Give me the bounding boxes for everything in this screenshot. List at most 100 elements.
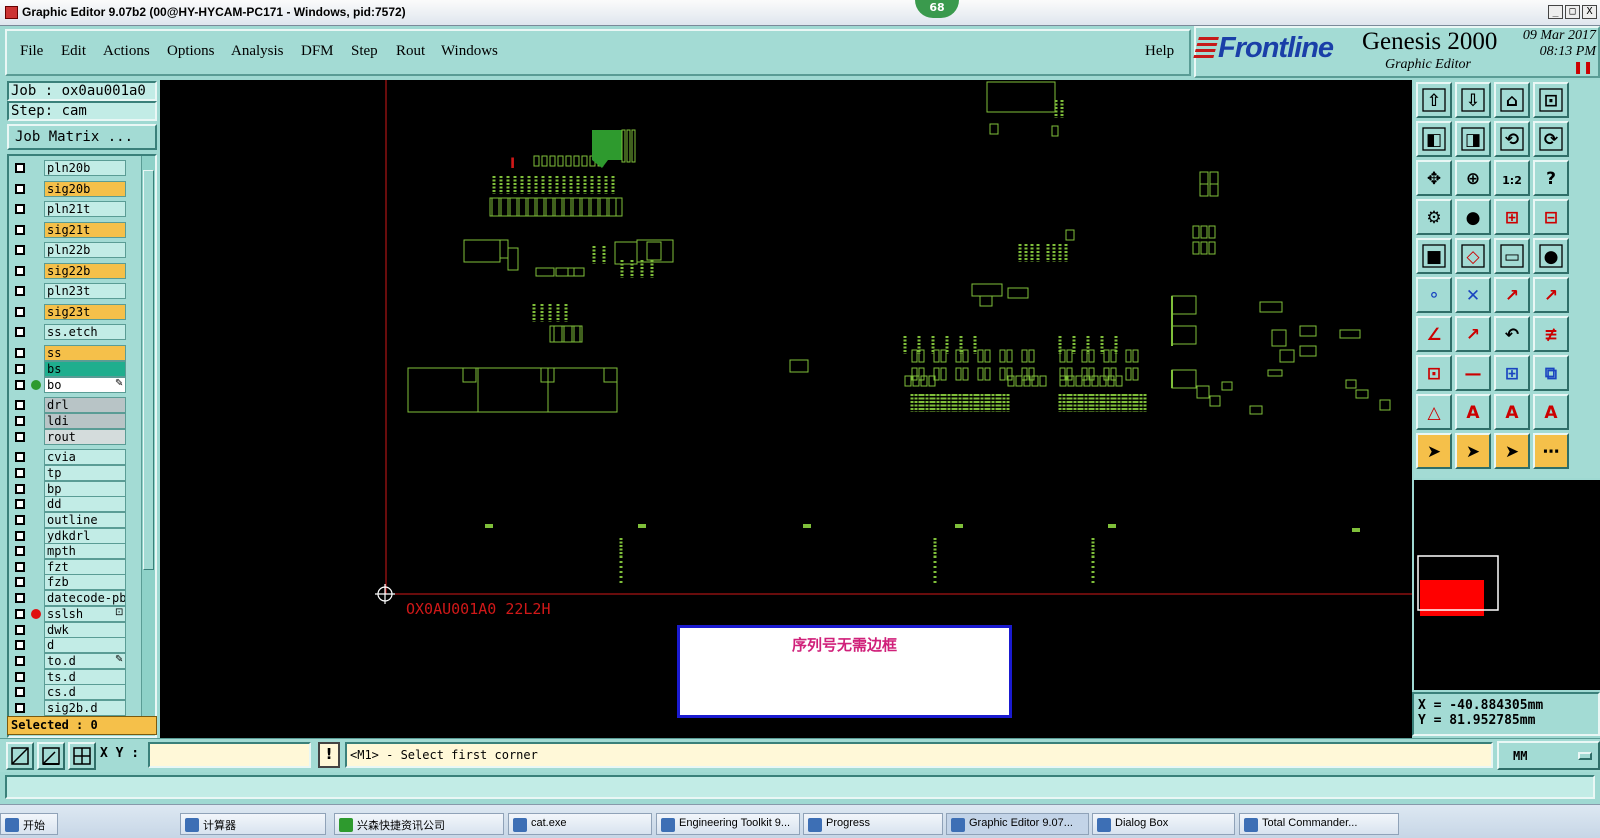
task-cat[interactable]: cat.exe: [508, 813, 652, 835]
minimize-button[interactable]: _: [1548, 5, 1563, 19]
menu-actions[interactable]: Actions: [103, 43, 150, 60]
layer-row-pln23t[interactable]: pln23t: [11, 283, 139, 299]
layer-name[interactable]: pln22b: [44, 242, 126, 258]
layer-row-ss[interactable]: ss: [11, 345, 139, 361]
layer-name[interactable]: ldi: [44, 413, 126, 429]
snap-settings-button[interactable]: ⚙: [1416, 199, 1452, 235]
layer-name[interactable]: sslsh: [44, 606, 126, 622]
zoom-fit-button[interactable]: ✥: [1416, 160, 1452, 196]
layer-row-ydkdrl[interactable]: ydkdrl: [11, 528, 139, 544]
overview-map[interactable]: [1414, 480, 1600, 690]
layer-row-fzt[interactable]: fzt: [11, 559, 139, 575]
layer-name[interactable]: sig2b.d: [44, 700, 126, 716]
layer-row-dd[interactable]: dd: [11, 496, 139, 512]
layer-name[interactable]: cs.d: [44, 684, 126, 700]
job-matrix-button[interactable]: Job Matrix ...: [7, 124, 157, 150]
line-angle-button[interactable]: ∠: [1416, 316, 1452, 352]
menu-windows[interactable]: Windows: [441, 43, 498, 60]
menu-file[interactable]: File: [20, 43, 43, 60]
layer-row-bs[interactable]: bs: [11, 361, 139, 377]
line-arrow-button[interactable]: ↗: [1455, 316, 1491, 352]
layer-row-fzb[interactable]: fzb: [11, 574, 139, 590]
pan-down-button[interactable]: ⇩: [1455, 82, 1491, 118]
layer-row-to-d[interactable]: to.d ✎: [11, 653, 139, 669]
layer-row-mpth[interactable]: mpth: [11, 543, 139, 559]
task-calculator[interactable]: 计算器: [180, 813, 326, 835]
task-toolkit[interactable]: Engineering Toolkit 9...: [656, 813, 800, 835]
menu-edit[interactable]: Edit: [61, 43, 86, 60]
layer-name[interactable]: pln21t: [44, 201, 126, 217]
layer-checkbox[interactable]: [15, 184, 25, 194]
layer-checkbox[interactable]: [15, 348, 25, 358]
layer-checkbox[interactable]: [15, 307, 25, 317]
group-button[interactable]: ⧉: [1533, 355, 1569, 391]
menu-step[interactable]: Step: [351, 43, 378, 60]
layer-row-ts-d[interactable]: ts.d: [11, 669, 139, 685]
pad-button[interactable]: ■: [1416, 238, 1452, 274]
layer-row-sig22b[interactable]: sig22b: [11, 263, 139, 279]
layer-checkbox[interactable]: [15, 204, 25, 214]
layer-checkbox[interactable]: [15, 432, 25, 442]
layer-row-dwk[interactable]: dwk: [11, 622, 139, 638]
layer-name[interactable]: bp: [44, 481, 126, 497]
scale-1-2-button[interactable]: 1:2: [1494, 160, 1530, 196]
layer-checkbox[interactable]: [15, 593, 25, 603]
layer-checkbox[interactable]: [15, 577, 25, 587]
node-pointer-button[interactable]: ⋯: [1533, 433, 1569, 469]
text-a-button[interactable]: A: [1494, 394, 1530, 430]
layer-checkbox[interactable]: [15, 672, 25, 682]
zoom-window-button[interactable]: ⊡: [1533, 82, 1569, 118]
layer-checkbox[interactable]: [15, 546, 25, 556]
layer-row-pln21t[interactable]: pln21t: [11, 201, 139, 217]
layer-name[interactable]: sig23t: [44, 304, 126, 320]
layer-row-datecode-pb[interactable]: datecode-pb: [11, 590, 139, 606]
pointer-circle-button[interactable]: ➤: [1494, 433, 1530, 469]
layer-name[interactable]: ss.etch: [44, 324, 126, 340]
layer-row-sig2b-d[interactable]: sig2b.d: [11, 700, 139, 716]
help-button[interactable]: ?: [1533, 160, 1569, 196]
undo-arc-button[interactable]: ↶: [1494, 316, 1530, 352]
layer-row-cvia[interactable]: cvia: [11, 449, 139, 465]
pause-icon[interactable]: ❚❚: [1573, 61, 1593, 74]
layer-name[interactable]: pln23t: [44, 283, 126, 299]
menu-options[interactable]: Options: [167, 43, 215, 60]
triangle-a-button[interactable]: A: [1455, 394, 1491, 430]
layer-checkbox[interactable]: [15, 515, 25, 525]
layer-checkbox[interactable]: [15, 286, 25, 296]
layer-checkbox[interactable]: [15, 416, 25, 426]
layer-name[interactable]: ydkdrl: [44, 528, 126, 544]
layer-row-sig20b[interactable]: sig20b: [11, 181, 139, 197]
layer-row-outline[interactable]: outline: [11, 512, 139, 528]
layer-checkbox[interactable]: [15, 562, 25, 572]
layer-checkbox[interactable]: [15, 163, 25, 173]
layer-row-bp[interactable]: bp: [11, 481, 139, 497]
grid-snap-button[interactable]: [37, 742, 65, 770]
layer-checkbox[interactable]: [15, 266, 25, 276]
arrow-node-button[interactable]: ↗: [1494, 277, 1530, 313]
layer-name[interactable]: pln20b: [44, 160, 126, 176]
align-button[interactable]: ⊞: [1494, 355, 1530, 391]
layer-checkbox[interactable]: [15, 499, 25, 509]
layer-name[interactable]: sig21t: [44, 222, 126, 238]
units-select[interactable]: MM: [1497, 741, 1600, 770]
layer-checkbox[interactable]: [15, 225, 25, 235]
xy-input[interactable]: [148, 742, 311, 768]
add-pad-button[interactable]: ⊡: [1416, 355, 1452, 391]
snap-mode-button[interactable]: [6, 742, 34, 770]
pointer-box-button[interactable]: ➤: [1455, 433, 1491, 469]
layer-name[interactable]: dwk: [44, 622, 126, 638]
layer-checkbox[interactable]: [15, 364, 25, 374]
layer-checkbox[interactable]: [15, 609, 25, 619]
layer-checkbox[interactable]: [15, 327, 25, 337]
triangle-select-button[interactable]: △: [1416, 394, 1452, 430]
layer-checkbox[interactable]: [15, 703, 25, 713]
layer-row-pln20b[interactable]: pln20b: [11, 160, 139, 176]
layer-checkbox[interactable]: [15, 452, 25, 462]
layer-checkbox[interactable]: [15, 656, 25, 666]
connect-button[interactable]: ⚬: [1416, 277, 1452, 313]
layer-row-drl[interactable]: drl: [11, 397, 139, 413]
pointer-button[interactable]: ➤: [1416, 433, 1452, 469]
home-button[interactable]: ⌂: [1494, 82, 1530, 118]
layer-checkbox[interactable]: [15, 380, 25, 390]
layer-scrollbar[interactable]: [141, 156, 155, 734]
